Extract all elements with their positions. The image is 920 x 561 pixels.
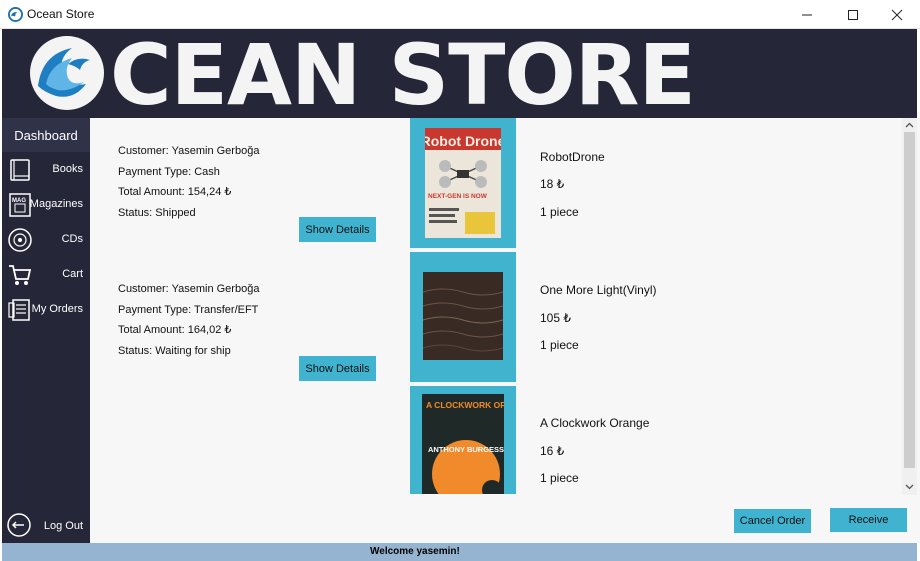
cover-title-text: A CLOCKWORK ORANGE (426, 400, 504, 410)
cover-title-text: Robot Drone (425, 133, 501, 149)
main-content: Customer: Yasemin Gerboğa Payment Type: … (90, 118, 920, 543)
dashboard-tab[interactable]: Dashboard (2, 118, 90, 152)
product-quantity: 1 piece (540, 338, 579, 352)
ocean-wave-logo (30, 36, 104, 110)
scroll-down-button[interactable] (902, 480, 917, 493)
order-customer: Customer: Yasemin Gerboğa (118, 145, 260, 157)
logo-text: CEAN STORE (110, 29, 696, 118)
sidebar-item-label: Cart (62, 268, 83, 280)
product-cover-image (423, 272, 503, 360)
orders-icon (8, 299, 30, 321)
maximize-icon (848, 9, 858, 20)
product-card (410, 252, 516, 382)
scroll-thumb[interactable] (904, 132, 915, 468)
logout-button[interactable]: Log Out (2, 511, 90, 541)
maximize-button[interactable] (830, 0, 876, 29)
show-details-button[interactable]: Show Details (299, 356, 376, 381)
banner: CEAN STORE (2, 29, 917, 118)
chevron-down-icon (905, 484, 914, 489)
sidebar-item-my-orders[interactable]: My Orders (2, 294, 90, 328)
sidebar-item-magazines[interactable]: MAG Magazines (2, 189, 90, 223)
window-title: Ocean Store (27, 7, 95, 21)
logout-icon (7, 513, 31, 537)
ocean-wave-icon (8, 7, 23, 22)
sidebar-item-cds[interactable]: CDs (2, 224, 90, 258)
product-quantity: 1 piece (540, 205, 579, 219)
order-info: Customer: Yasemin Gerboğa Payment Type: … (118, 145, 259, 227)
sidebar-item-cart[interactable]: Cart (2, 259, 90, 293)
close-button[interactable] (874, 0, 920, 29)
book-icon (10, 159, 30, 181)
sidebar: Dashboard Books MAG Magazines CDs Cart M… (2, 118, 90, 543)
sidebar-item-books[interactable]: Books (2, 154, 90, 188)
dashboard-label: Dashboard (14, 127, 78, 143)
cart-icon (9, 265, 32, 285)
minimize-icon (802, 14, 812, 15)
order-total: Total Amount: 154,24 ₺ (118, 186, 232, 198)
close-icon (891, 9, 903, 20)
receive-button[interactable]: Receive (830, 508, 907, 532)
cover-author-text: ANTHONY BURGESS (428, 445, 504, 454)
sidebar-item-label: My Orders (31, 303, 83, 315)
order-payment-type: Payment Type: Cash (118, 165, 220, 178)
product-price: 105 ₺ (540, 311, 571, 325)
product-cover-image: A CLOCKWORK ORANGE ANTHONY BURGESS (422, 394, 504, 494)
sidebar-item-label: Books (52, 163, 83, 175)
minimize-button[interactable] (784, 0, 830, 29)
chevron-up-icon (905, 122, 914, 127)
cover-subtitle-text: NEXT-GEN IS NOW (428, 193, 488, 200)
order-payment-type: Payment Type: Transfer/EFT (118, 303, 259, 316)
cd-icon (8, 228, 32, 252)
product-card: A CLOCKWORK ORANGE ANTHONY BURGESS (410, 386, 516, 494)
svg-text:MAG: MAG (12, 198, 26, 204)
product-price: 18 ₺ (540, 177, 565, 191)
cancel-order-button[interactable]: Cancel Order (734, 509, 811, 533)
product-quantity: 1 piece (540, 471, 579, 485)
status-bar: Welcome yasemin! (2, 543, 917, 561)
order-status: Status: Waiting for ship (118, 344, 231, 357)
order-total: Total Amount: 164,02 ₺ (118, 324, 232, 336)
scroll-up-button[interactable] (902, 118, 917, 131)
product-card: Robot Drone NEXT-GEN IS NOW (410, 118, 516, 248)
title-bar: Ocean Store (0, 0, 920, 29)
product-price: 16 ₺ (540, 444, 565, 458)
product-name: RobotDrone (540, 150, 605, 164)
welcome-message: Welcome yasemin! (370, 546, 460, 557)
product-name: One More Light(Vinyl) (540, 283, 657, 297)
order-customer: Customer: Yasemin Gerboğa (118, 283, 260, 295)
sidebar-item-label: CDs (61, 233, 83, 245)
product-cover-image: Robot Drone NEXT-GEN IS NOW (425, 128, 501, 238)
logout-label: Log Out (43, 520, 83, 532)
product-name: A Clockwork Orange (540, 416, 650, 430)
sidebar-item-label: Magazines (29, 198, 83, 210)
show-details-button[interactable]: Show Details (299, 217, 376, 242)
order-status: Status: Shipped (118, 206, 196, 219)
vertical-scrollbar[interactable] (902, 118, 917, 495)
order-info: Customer: Yasemin Gerboğa Payment Type: … (118, 283, 259, 365)
